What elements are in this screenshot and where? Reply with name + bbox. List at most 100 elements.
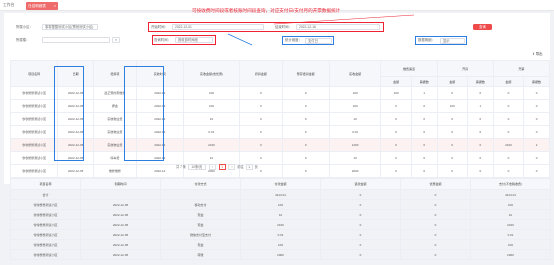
col-project: 项目名称 (9, 60, 59, 87)
table-cell: 零零整整测试小区 (9, 164, 59, 178)
table-cell: 100 (380, 86, 412, 100)
table-row: 零零整整测试小区 2022-12-05 转账 2000 0 0 2000 (10, 249, 551, 260)
table-row: 零零整整测试小区 2022-12-05 实收物业费 2022-12 0.01 0 0 0.01… (9, 125, 550, 139)
sub-header: 金额 (436, 76, 468, 87)
table-cell: 零零整整测试小区 (9, 151, 59, 165)
table-cell: 0 (436, 86, 468, 100)
sub-header: 金额 (380, 76, 412, 87)
table-cell: 0 (239, 138, 283, 152)
table-cell: 0 (492, 164, 525, 178)
table-cell: 0 (436, 151, 468, 165)
table-cell: 10 (182, 151, 241, 165)
table-cell: 2000 (470, 249, 551, 260)
table-cell: 0 (523, 86, 550, 100)
goto-label: 前往 (237, 165, 244, 169)
table-cell: 100 (182, 86, 241, 100)
table-cell: 转账 (160, 249, 241, 260)
table-cell: 100 (328, 86, 382, 100)
goto-input[interactable]: 1 (245, 164, 253, 170)
table-cell: 0 (380, 151, 412, 165)
table-cell: 0 (492, 99, 525, 113)
table-row: 零零整整测试小区 2022-12-05 维修维修 2022-12 2000 0 0 2000 0… (9, 164, 550, 178)
table-cell: 0 (523, 99, 550, 113)
table-cell: 10 (328, 112, 382, 126)
table-cell: 0 (380, 125, 412, 139)
table-cell: 零零整整测试小区 (9, 112, 59, 126)
table-cell: 0 (410, 125, 438, 139)
table-row: 零零整整测试小区 2022-12-05 晨正预约家缴费 2022-12 100 0 0 100… (9, 86, 550, 100)
table-cell: 0 (400, 199, 471, 210)
sub-header: 票据数 (523, 76, 550, 87)
page-1[interactable]: 1 (218, 164, 226, 170)
close-icon[interactable]: × (54, 2, 56, 10)
prev-page-button[interactable]: ‹ (208, 164, 216, 170)
table-cell: 10 (328, 151, 382, 165)
table-cell: 维修维修 (93, 164, 137, 178)
table-cell: 零零整整测试小区 (10, 239, 81, 250)
table-row: 零零整整测试小区 2022-12-05 押金 2022-12 100 0 0 100 0 0 100… (9, 99, 550, 113)
table-cell: 零零整整测试小区 (9, 138, 59, 152)
table-cell: 0 (380, 112, 412, 126)
table-cell: 0 (281, 164, 330, 178)
daily-detail-table: 项目名称 日期 费用项 实收时间 实收金额(含优惠) 折扣金额 预存抵扣金额 实… (9, 60, 551, 178)
received-time-column-highlight (124, 66, 164, 161)
table-cell: 0 (466, 125, 494, 139)
table-row: 零零整整测试小区 2022-12-05 微信支付宝支付 0.01 0 0 0.01 (10, 229, 551, 240)
table-cell (160, 189, 241, 200)
export-icon: ⇪ (532, 52, 535, 56)
export-label: 导出 (535, 52, 543, 56)
table-cell: 0 (466, 151, 494, 165)
table-cell: 零零整整测试小区 (10, 219, 81, 230)
tab-home[interactable]: 工作台 (3, 2, 14, 9)
table-cell: 1 (410, 86, 438, 100)
table-cell: 0 (239, 86, 283, 100)
table-cell: 0 (320, 219, 401, 230)
payment-summary-table: 项目名称 到期时间 付款方式 付款金额 退款金额 优惠金额 支付(不含税收费) 合计 4413… (10, 178, 551, 260)
sub-header: 票据数 (466, 76, 494, 87)
col-prepay-offset: 预存抵扣金额 (281, 60, 330, 87)
table-cell: 现金 (160, 219, 241, 230)
table-cell: 0 (320, 189, 401, 200)
table-cell: 0.01 (240, 229, 321, 240)
table-cell: 0 (281, 138, 330, 152)
table2-header: 退款金额 (320, 178, 401, 190)
table-cell: 零零整整测试小区 (10, 229, 81, 240)
table-cell: 2160 (470, 219, 551, 230)
page-size-select[interactable]: 10条/页 (187, 164, 206, 170)
tab-daily-detail[interactable]: 日结明细表 × (26, 1, 58, 10)
export-button[interactable]: ⇪ 导出 (532, 51, 543, 57)
table-cell: 0 (492, 86, 525, 100)
table2-header: 付款方式 (160, 178, 241, 190)
table-cell: 2022-12-05 (80, 229, 161, 240)
table2-header: 付款金额 (240, 178, 321, 190)
table-cell: 0 (239, 125, 283, 139)
table2-header: 支付(不含税收费) (470, 178, 551, 190)
table-cell: 零零整整测试小区 (9, 125, 59, 139)
pager: 共 7 条 10条/页 ‹ 1 › 前往 1 页 (176, 164, 258, 170)
table-cell: 0 (281, 151, 330, 165)
table-cell: 0.01 (470, 229, 551, 240)
table-cell: 0 (410, 138, 438, 152)
table-cell: 零零整整测试小区 (9, 99, 59, 113)
table-row: 零零整整测试小区 2022-12-05 移动支付 100 0 0 100 (10, 199, 551, 210)
table-row: 零零整整测试小区 2022-12-05 现金 10 0 0 10 (10, 209, 551, 220)
table-cell: 2160 (328, 138, 382, 152)
pager-total: 共 7 条 (176, 165, 186, 169)
table-cell: 10 (182, 112, 241, 126)
table-cell: 0 (523, 112, 550, 126)
table-cell: 0 (320, 249, 401, 260)
table-cell: 0 (410, 164, 438, 178)
table2-header: 项目名称 (10, 178, 81, 190)
table-cell: 0 (239, 99, 283, 113)
table-cell: 0 (380, 99, 412, 113)
table-cell: 0.01 (182, 125, 241, 139)
table-cell: 2022-12-05 (80, 219, 161, 230)
table-cell (80, 189, 161, 200)
table-cell: 0 (410, 99, 438, 113)
table-cell: 100 (240, 239, 321, 250)
table-cell: 2022-12-05 (57, 164, 95, 178)
table-row: 零零整整测试小区 2022-12-05 停车费 2022-12 10 0 0 10 0 0 0 0 0 0 (9, 151, 550, 165)
table-cell: 100 (182, 99, 241, 113)
next-page-button[interactable]: › (228, 164, 236, 170)
table-cell: 2000 (328, 164, 382, 178)
